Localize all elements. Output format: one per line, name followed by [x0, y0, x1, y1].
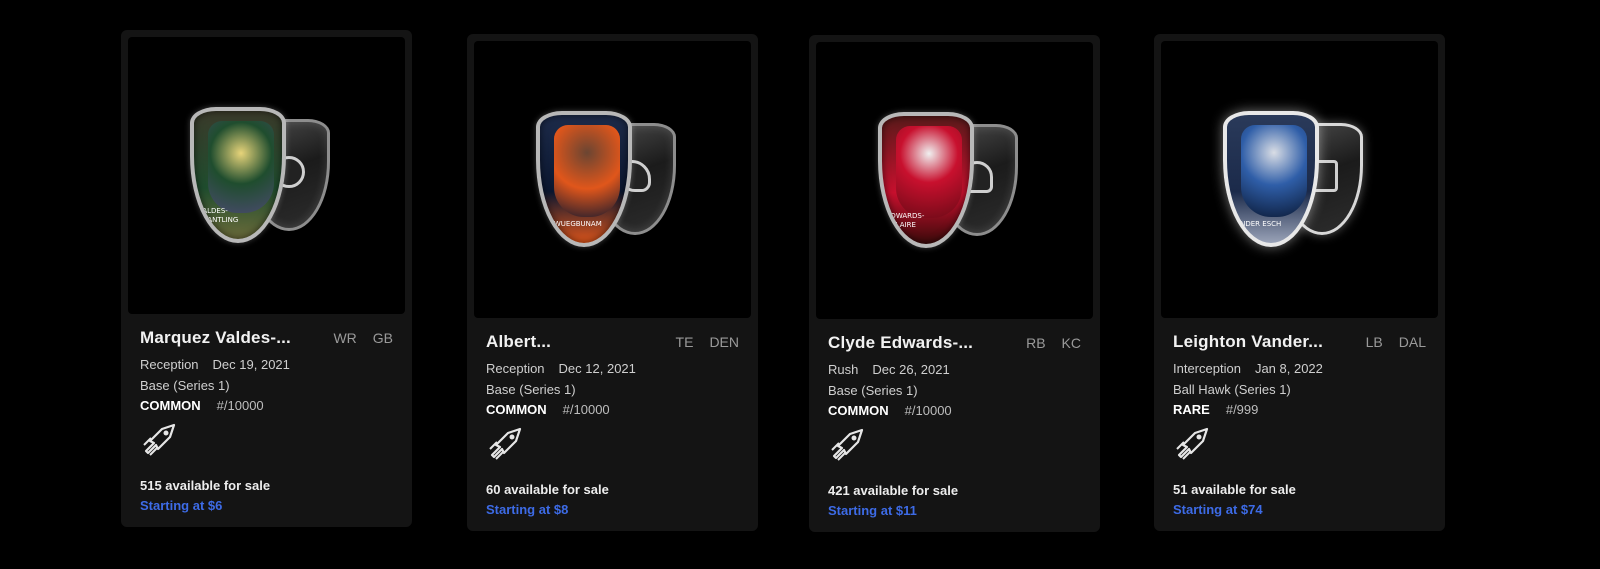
serial-number: #/10000 — [562, 402, 610, 417]
rocket-icon — [489, 427, 522, 460]
rarity-label: COMMON — [140, 398, 201, 413]
player-name[interactable]: Leighton Vander... — [1173, 332, 1323, 352]
team-tag: DAL — [1398, 334, 1426, 350]
rocket-icon — [143, 423, 176, 456]
moment-card[interactable]: VALDES- SCANTLING Marquez Valdes-... WR G… — [121, 30, 412, 527]
rarity-label: COMMON — [486, 402, 547, 417]
shield-player-name: EDWARDS- HELAIRE — [886, 212, 925, 229]
play-type: Rush — [828, 362, 859, 377]
team-tag: KC — [1061, 335, 1081, 351]
shield-player-name: OKWUEGBUNAM — [544, 220, 602, 228]
play-date: Dec 12, 2021 — [558, 361, 636, 376]
serial-number: #/10000 — [216, 398, 264, 413]
card-media[interactable]: OKWUEGBUNAM — [474, 41, 751, 318]
moment-card[interactable]: OKWUEGBUNAM Albert... TE DEN Reception Dec… — [467, 34, 758, 531]
set-name: Base (Series 1) — [140, 378, 230, 393]
play-type: Reception — [486, 361, 545, 376]
player-name[interactable]: Albert... — [486, 332, 551, 352]
rocket-icon — [831, 428, 864, 461]
position-tag: LB — [1365, 334, 1383, 350]
set-name: Base (Series 1) — [486, 382, 576, 397]
play-date: Jan 8, 2022 — [1254, 361, 1323, 376]
rocket-icon — [1176, 427, 1209, 460]
play-date: Dec 26, 2021 — [872, 362, 950, 377]
rarity-label: COMMON — [828, 403, 889, 418]
player-photo — [1241, 125, 1307, 217]
position-tag: WR — [333, 330, 357, 346]
set-name: Ball Hawk (Series 1) — [1173, 382, 1291, 397]
team-tag: DEN — [709, 334, 739, 350]
team-tag: GB — [372, 330, 393, 346]
player-name[interactable]: Marquez Valdes-... — [140, 328, 291, 348]
starting-price[interactable]: Starting at $6 — [140, 498, 393, 527]
available-count: 60 available for sale — [486, 482, 609, 497]
play-type: Reception — [140, 357, 199, 372]
available-count: 51 available for sale — [1173, 482, 1296, 497]
moment-shield: VANDER ESCH — [1223, 111, 1373, 251]
moment-shield: EDWARDS- HELAIRE — [878, 112, 1028, 252]
card-media[interactable]: EDWARDS- HELAIRE — [816, 42, 1093, 319]
set-name: Base (Series 1) — [828, 383, 918, 398]
available-count: 515 available for sale — [140, 478, 271, 493]
player-photo — [208, 121, 274, 213]
moment-card[interactable]: VANDER ESCH Leighton Vander... LB DAL Int… — [1154, 34, 1445, 531]
moment-shield: OKWUEGBUNAM — [536, 111, 686, 251]
play-type: Interception — [1173, 361, 1241, 376]
starting-price[interactable]: Starting at $11 — [828, 503, 1081, 532]
player-name[interactable]: Clyde Edwards-... — [828, 333, 973, 353]
player-photo — [896, 126, 962, 218]
position-tag: RB — [1026, 335, 1046, 351]
player-photo — [554, 125, 620, 217]
moment-shield: VALDES- SCANTLING — [190, 107, 340, 247]
starting-price[interactable]: Starting at $74 — [1173, 502, 1426, 531]
serial-number: #/999 — [1225, 402, 1259, 417]
serial-number: #/10000 — [904, 403, 952, 418]
card-media[interactable]: VALDES- SCANTLING — [128, 37, 405, 314]
shield-player-name: VALDES- SCANTLING — [198, 207, 239, 224]
card-media[interactable]: VANDER ESCH — [1161, 41, 1438, 318]
moment-card[interactable]: EDWARDS- HELAIRE Clyde Edwards-... RB KC … — [809, 35, 1100, 532]
starting-price[interactable]: Starting at $8 — [486, 502, 739, 531]
position-tag: TE — [675, 334, 694, 350]
play-date: Dec 19, 2021 — [212, 357, 290, 372]
available-count: 421 available for sale — [828, 483, 959, 498]
rarity-label: RARE — [1173, 402, 1210, 417]
shield-player-name: VANDER ESCH — [1231, 220, 1282, 228]
